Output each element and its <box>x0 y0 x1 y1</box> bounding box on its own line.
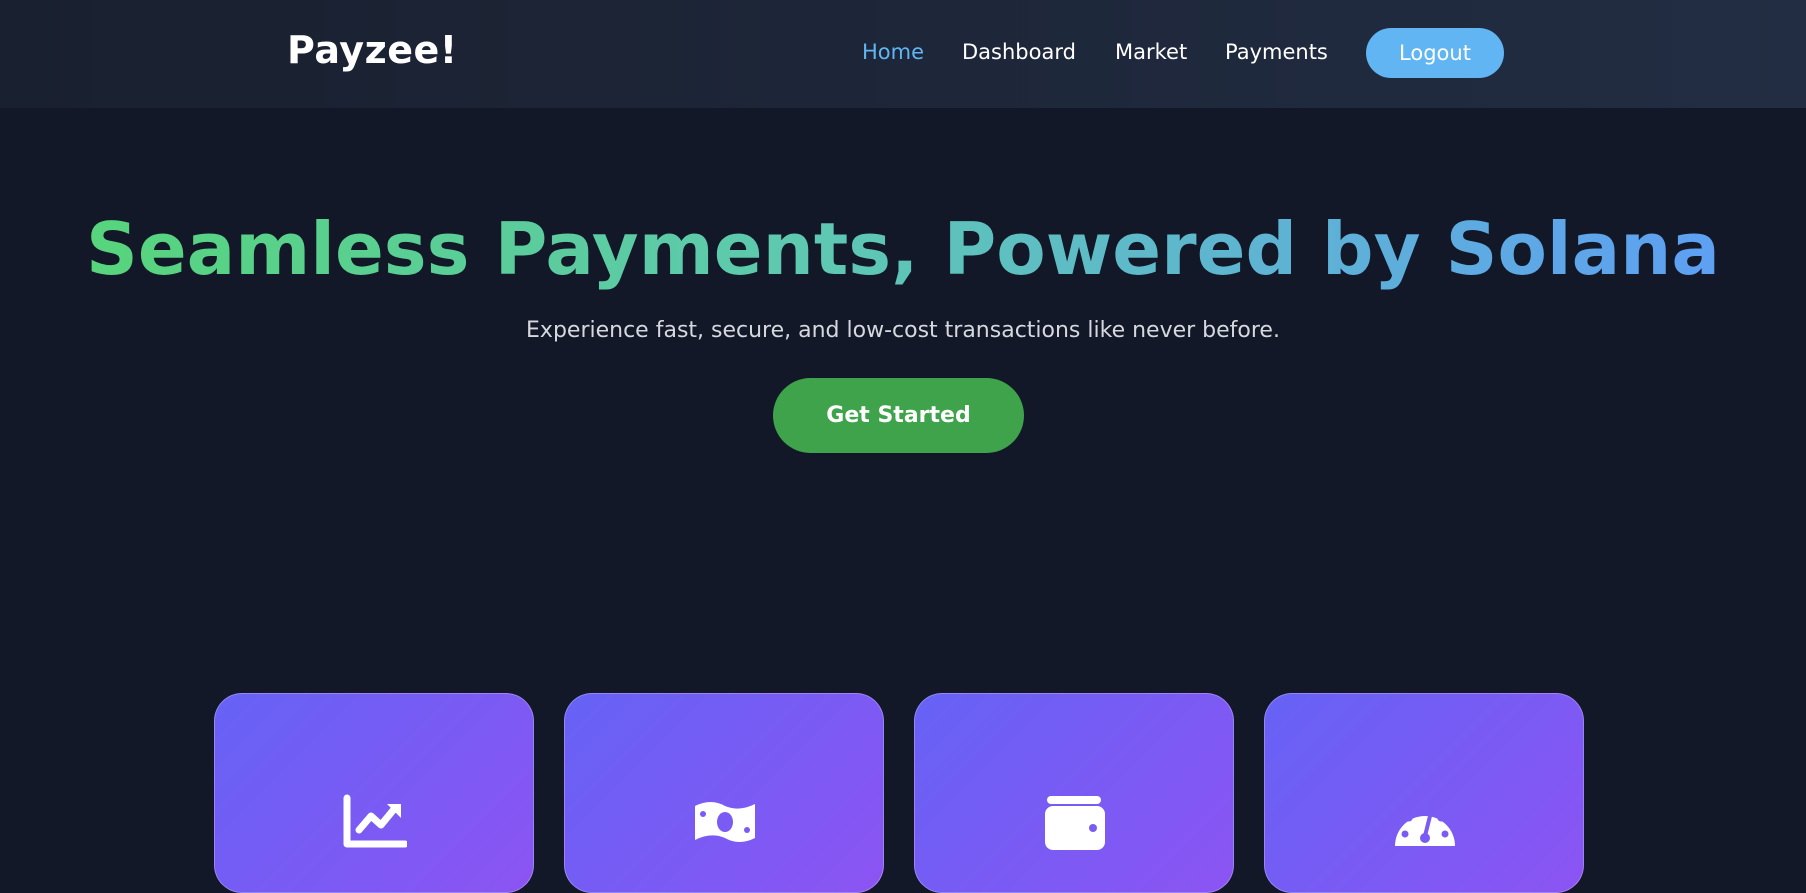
brand-logo[interactable]: Payzee! <box>287 26 458 74</box>
nav-link-payments[interactable]: Payments <box>1225 38 1328 66</box>
hero-subtitle: Experience fast, secure, and low-cost tr… <box>526 318 1280 343</box>
nav-link-home[interactable]: Home <box>862 38 924 66</box>
chart-line-icon <box>343 792 407 852</box>
feature-card-speed[interactable] <box>1264 693 1584 893</box>
feature-card-payments[interactable] <box>564 693 884 893</box>
hero-title: Seamless Payments, Powered by Solana <box>0 204 1806 294</box>
feature-card-wallet[interactable] <box>914 693 1234 893</box>
feature-card-analytics[interactable] <box>214 693 534 893</box>
navbar: Payzee! Home Dashboard Market Payments L… <box>0 0 1806 108</box>
money-bill-icon <box>693 792 757 852</box>
hero-title-text: Seamless Payments, Powered by Solana <box>85 207 1721 291</box>
nav-link-market[interactable]: Market <box>1115 38 1187 66</box>
gauge-icon <box>1393 792 1457 852</box>
wallet-icon <box>1043 792 1107 852</box>
nav-link-dashboard[interactable]: Dashboard <box>962 38 1076 66</box>
get-started-button[interactable]: Get Started <box>773 378 1024 453</box>
logout-button[interactable]: Logout <box>1366 28 1504 78</box>
